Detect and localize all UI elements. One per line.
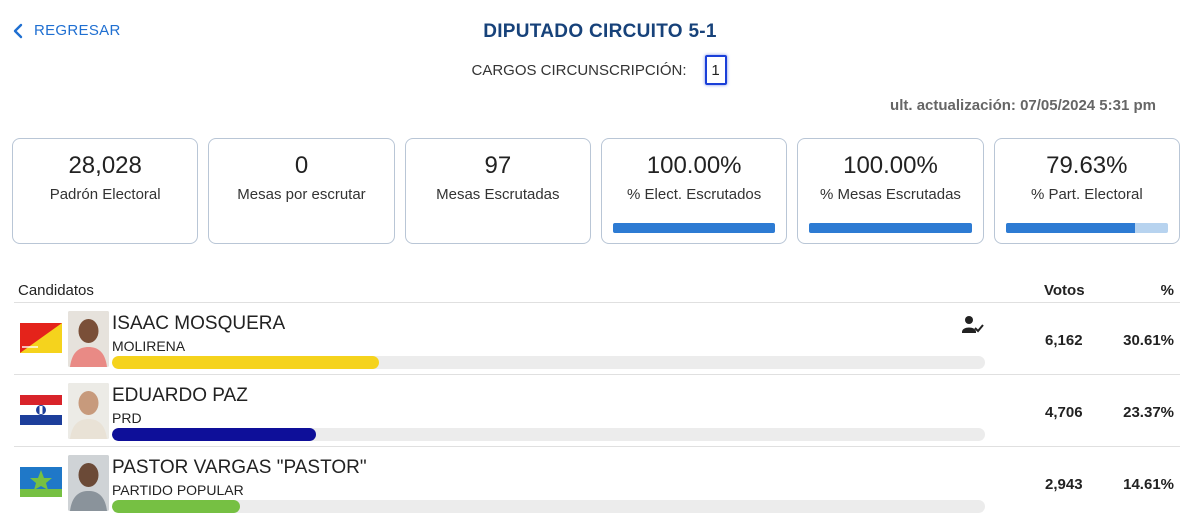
stat-value: 0 — [294, 152, 309, 179]
elected-user-check-icon — [962, 315, 984, 335]
stat-value: 100.00% — [843, 152, 938, 179]
candidate-percent: 23.37% — [1123, 404, 1174, 421]
page-title: DIPUTADO CIRCUITO 5-1 — [483, 21, 717, 42]
cargos-selector: CARGOS CIRCUNSCRIPCIÓN: 1 — [0, 55, 1200, 85]
stat-value: 100.00% — [646, 152, 742, 179]
prd-flag-icon — [20, 395, 62, 425]
candidate-photo — [68, 455, 109, 511]
stats-cards: 28,028 Padrón Electoral 0 Mesas por escr… — [12, 138, 1180, 244]
candidate-row[interactable]: PASTOR VARGAS "PASTOR" PARTIDO POPULAR 2… — [14, 446, 1180, 518]
candidate-party: PARTIDO POPULAR — [112, 482, 244, 498]
cargos-value-button[interactable]: 1 — [704, 55, 727, 85]
candidate-row[interactable]: ISAAC MOSQUERA MOLIRENA 6,162 30.61% — [14, 302, 1180, 374]
stat-progress-fill — [1005, 223, 1135, 233]
column-header-votes: Votos — [1044, 282, 1085, 299]
stat-value: 97 — [484, 152, 512, 179]
candidate-votes: 6,162 — [1045, 332, 1083, 349]
candidate-party: MOLIRENA — [112, 338, 186, 354]
stat-card-mesas-escrutadas-pct: 100.00% % Mesas Escrutadas — [797, 138, 984, 244]
stat-label: Mesas por escrutar — [237, 186, 366, 203]
stat-card-padron: 28,028 Padrón Electoral — [12, 138, 199, 244]
vote-share-fill — [112, 356, 380, 369]
vote-share-bar — [112, 356, 985, 369]
last-updated: ult. actualización: 07/05/2024 5:31 pm — [890, 97, 1156, 114]
vote-share-fill — [112, 428, 317, 441]
candidates-table-header: Candidatos Votos % — [18, 282, 1174, 302]
column-header-percent: % — [1160, 282, 1174, 299]
column-header-candidates: Candidatos — [18, 282, 94, 299]
stat-label: Mesas Escrutadas — [436, 186, 560, 203]
candidate-photo — [68, 311, 109, 367]
stat-card-elect-escrutados: 100.00% % Elect. Escrutados — [600, 138, 788, 244]
stat-progress-fill — [809, 223, 972, 233]
stat-progress-bar — [1005, 223, 1168, 233]
candidate-row[interactable]: EDUARDO PAZ PRD 4,706 23.37% — [14, 374, 1180, 446]
vote-share-bar — [112, 428, 985, 441]
stat-progress-bar — [612, 223, 776, 233]
candidate-name: PASTOR VARGAS "PASTOR" — [112, 457, 367, 478]
candidate-name: ISAAC MOSQUERA — [112, 313, 286, 334]
candidate-percent: 30.61% — [1123, 332, 1174, 349]
partido-popular-flag-icon — [20, 467, 62, 497]
vote-share-fill — [112, 500, 240, 513]
stat-label: % Part. Electoral — [1030, 186, 1143, 203]
stat-progress-bar — [809, 223, 972, 233]
stat-value: 28,028 — [68, 152, 142, 179]
stat-label: % Elect. Escrutados — [627, 186, 762, 203]
stat-card-mesas-escrutadas: 97 Mesas Escrutadas — [404, 138, 591, 244]
candidate-photo — [68, 383, 109, 439]
stat-label: Padrón Electoral — [49, 186, 161, 203]
candidate-party: PRD — [112, 410, 142, 426]
stat-progress-fill — [612, 223, 776, 233]
cargos-label: CARGOS CIRCUNSCRIPCIÓN: — [471, 61, 687, 79]
vote-share-bar — [112, 500, 985, 513]
candidate-votes: 4,706 — [1045, 404, 1083, 421]
molirena-flag-icon — [20, 323, 62, 353]
stat-card-part-electoral: 79.63% % Part. Electoral — [993, 138, 1180, 244]
candidate-percent: 14.61% — [1123, 476, 1174, 493]
candidate-votes: 2,943 — [1045, 476, 1083, 493]
stat-value: 79.63% — [1046, 152, 1128, 179]
candidate-name: EDUARDO PAZ — [112, 385, 248, 406]
stat-card-mesas-por-escrutar: 0 Mesas por escrutar — [208, 138, 395, 244]
stat-label: % Mesas Escrutadas — [820, 186, 961, 203]
